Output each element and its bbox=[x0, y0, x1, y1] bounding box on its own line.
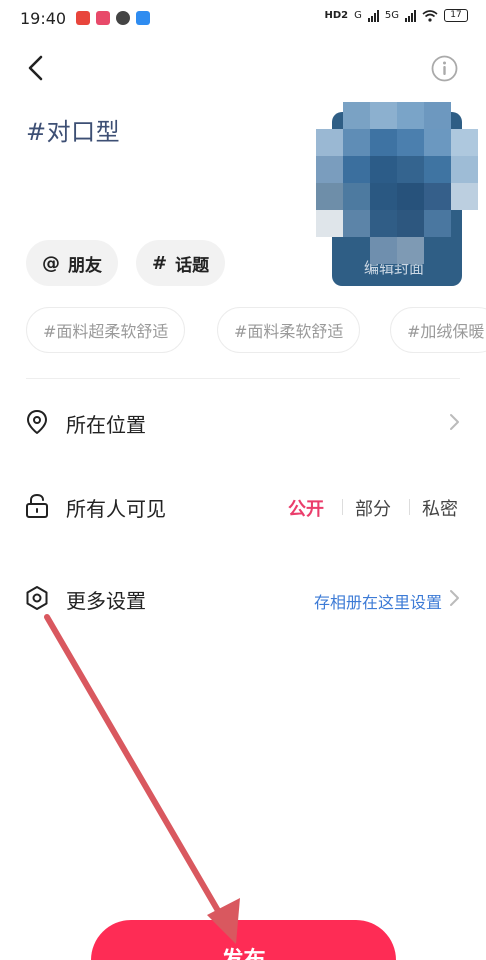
battery-icon: 17 bbox=[444, 9, 468, 22]
notification-app-icon bbox=[96, 11, 110, 25]
mention-friends-label: 朋友 bbox=[68, 255, 102, 276]
publish-button[interactable]: 发布 bbox=[91, 920, 396, 960]
suggested-tag[interactable]: #加绒保暖 bbox=[390, 307, 486, 353]
suggested-tag[interactable]: #面料柔软舒适 bbox=[217, 307, 361, 353]
notification-app-icon bbox=[116, 11, 130, 25]
topic-title[interactable]: #对口型 bbox=[26, 112, 120, 147]
signal-icon bbox=[405, 9, 416, 22]
more-settings-label: 更多设置 bbox=[66, 589, 146, 613]
location-row[interactable]: 所在位置 bbox=[0, 392, 486, 452]
location-label: 所在位置 bbox=[66, 413, 146, 437]
hd-icon: HD2 bbox=[324, 10, 349, 21]
mosaic-overlay bbox=[316, 102, 478, 264]
at-icon: @ bbox=[42, 252, 60, 274]
chevron-right-icon bbox=[450, 590, 459, 606]
status-time: 19:40 bbox=[20, 9, 67, 28]
suggested-tag[interactable]: #面料超柔软舒适 bbox=[26, 307, 186, 353]
signal-label: G bbox=[354, 10, 362, 21]
notification-app-icon bbox=[76, 11, 90, 25]
visibility-row: 所有人可见 公开 部分 私密 bbox=[0, 476, 486, 536]
visibility-option-private[interactable]: 私密 bbox=[422, 495, 458, 521]
info-icon[interactable] bbox=[431, 55, 458, 82]
hashtag-icon: # bbox=[152, 252, 168, 274]
signal-icon bbox=[367, 9, 379, 22]
location-pin-icon bbox=[27, 410, 47, 434]
add-topic-button[interactable]: # 话题 bbox=[136, 240, 226, 286]
add-topic-label: 话题 bbox=[175, 255, 210, 276]
back-icon[interactable] bbox=[22, 54, 50, 82]
visibility-label: 所有人可见 bbox=[66, 497, 166, 521]
notification-app-icon bbox=[136, 11, 150, 25]
status-bar: 19:40 HD2 G 5G 17 bbox=[0, 0, 486, 36]
lock-icon bbox=[26, 493, 48, 518]
signal-label: 5G bbox=[384, 10, 399, 21]
cover-thumbnail[interactable]: 编辑封面 bbox=[316, 102, 478, 288]
divider bbox=[26, 378, 460, 379]
option-separator bbox=[342, 499, 343, 515]
mention-friends-button[interactable]: @ 朋友 bbox=[26, 240, 118, 286]
wifi-icon bbox=[422, 9, 438, 22]
more-settings-row[interactable]: 更多设置 存相册在这里设置 bbox=[0, 568, 486, 628]
option-separator bbox=[409, 499, 410, 515]
chevron-right-icon bbox=[450, 414, 459, 430]
suggested-tags-row: #面料超柔软舒适 #面料柔软舒适 #加绒保暖 bbox=[0, 300, 486, 360]
visibility-option-partial[interactable]: 部分 bbox=[355, 495, 391, 521]
album-settings-hint: 存相册在这里设置 bbox=[313, 593, 442, 612]
visibility-option-public[interactable]: 公开 bbox=[288, 495, 324, 521]
hexagon-settings-icon bbox=[26, 586, 48, 610]
status-indicators: HD2 G 5G 17 bbox=[324, 9, 468, 22]
